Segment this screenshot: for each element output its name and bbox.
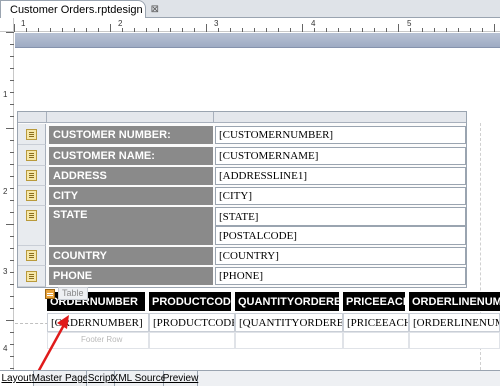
table-header-cell[interactable]: ORDERLINENUMBER xyxy=(409,292,500,311)
grid-data-cell[interactable]: [ADDRESSLINE1] xyxy=(215,167,466,185)
grid-label-cell[interactable]: CITY xyxy=(49,187,213,205)
ruler-number: 1 xyxy=(21,19,26,28)
ruler-number: 5 xyxy=(407,19,412,28)
close-icon[interactable]: ⊠ xyxy=(151,4,159,15)
footer-row-label: Footer Row xyxy=(81,335,123,344)
grid-row-address[interactable]: ADDRESS [ADDRESSLINE1] xyxy=(18,166,466,186)
table-icon xyxy=(45,288,55,299)
customer-grid[interactable]: CUSTOMER NUMBER: [CUSTOMERNUMBER] CUSTOM… xyxy=(17,111,467,288)
grid-column-handle[interactable] xyxy=(18,112,47,123)
row-icon xyxy=(26,210,37,221)
grid-row-handle[interactable] xyxy=(18,206,46,246)
editor-tab-bar: Customer Orders.rptdesign ⊠ xyxy=(0,0,500,18)
tab-preview[interactable]: Preview xyxy=(163,371,198,386)
grid-row-handle[interactable] xyxy=(18,186,46,206)
grid-label-cell[interactable]: COUNTRY xyxy=(49,247,213,265)
ruler-number: 4 xyxy=(3,344,8,353)
grid-data-cell[interactable]: [CUSTOMERNUMBER] xyxy=(215,126,466,144)
ruler-corner xyxy=(0,18,14,32)
tab-xml-source[interactable]: XML Source xyxy=(112,371,166,386)
row-icon xyxy=(26,170,37,181)
grid-row-handle[interactable] xyxy=(18,124,46,145)
row-icon xyxy=(26,190,37,201)
vertical-ruler-ticks xyxy=(6,32,14,369)
grid-data-cell[interactable]: [STATE] xyxy=(215,207,466,226)
horizontal-ruler: 1 2 3 4 5 xyxy=(14,18,500,32)
table-detail-cell[interactable]: [PRODUCTCODE] xyxy=(149,313,235,332)
grid-row-handle[interactable] xyxy=(18,266,46,287)
grid-data-cell[interactable]: [PHONE] xyxy=(215,267,466,285)
table-tag[interactable]: Table xyxy=(45,287,88,300)
layout-canvas[interactable]: CUSTOMER NUMBER: [CUSTOMERNUMBER] CUSTOM… xyxy=(15,33,500,384)
ruler-number: 4 xyxy=(311,19,316,28)
grid-row-country[interactable]: COUNTRY [COUNTRY] xyxy=(18,246,466,266)
grid-row-handle[interactable] xyxy=(18,246,46,266)
row-icon xyxy=(26,250,37,261)
ruler-number: 3 xyxy=(214,19,219,28)
grid-column-handle[interactable] xyxy=(214,112,466,123)
tab-layout[interactable]: Layout xyxy=(0,371,34,386)
table-header-cell[interactable]: PRODUCTCODE xyxy=(149,292,233,311)
row-icon xyxy=(26,149,37,161)
horizontal-ruler-ticks xyxy=(14,24,495,32)
table-tag-label: Table xyxy=(58,287,88,300)
grid-row-handle[interactable] xyxy=(18,166,46,186)
ruler-number: 1 xyxy=(3,90,8,99)
editor-page-tabs: Layout Master Page Script XML Source Pre… xyxy=(0,370,500,386)
editor-tab-title: Customer Orders.rptdesign xyxy=(10,3,143,16)
grid-label-cell[interactable]: CUSTOMER NUMBER: xyxy=(49,126,213,144)
grid-column-handle[interactable] xyxy=(47,112,214,123)
row-icon xyxy=(26,270,37,282)
grid-data-cell[interactable]: [POSTALCODE] xyxy=(215,226,466,245)
table-footer-cell[interactable] xyxy=(149,332,235,349)
grid-row-customer-name[interactable]: CUSTOMER NAME: [CUSTOMERNAME] xyxy=(18,145,466,166)
table-detail-cell[interactable]: [PRICEEACH] xyxy=(343,313,409,332)
grid-row-customer-number[interactable]: CUSTOMER NUMBER: [CUSTOMERNUMBER] xyxy=(18,124,466,145)
orders-table[interactable]: ORDERNUMBER PRODUCTCODE QUANTITYORDERED … xyxy=(47,292,500,349)
row-icon xyxy=(26,128,37,140)
grid-row-handle[interactable] xyxy=(18,145,46,166)
grid-data-cell[interactable]: [CITY] xyxy=(215,187,466,205)
grid-label-cell[interactable]: ADDRESS xyxy=(49,167,213,185)
grid-data-cell[interactable]: [CUSTOMERNAME] xyxy=(215,147,466,165)
grid-row-phone[interactable]: PHONE [PHONE] xyxy=(18,266,466,287)
grid-data-cell[interactable]: [COUNTRY] xyxy=(215,247,466,265)
table-header-cell[interactable]: QUANTITYORDERED xyxy=(235,292,341,311)
ruler-number: 3 xyxy=(3,267,8,276)
grid-row-state[interactable]: STATE [STATE] [POSTALCODE] xyxy=(18,206,466,246)
page-header-band[interactable] xyxy=(15,33,500,48)
table-detail-cell[interactable]: [QUANTITYORDERED] xyxy=(235,313,343,332)
ruler-number: 2 xyxy=(118,19,123,28)
grid-header-strip[interactable] xyxy=(18,112,466,123)
grid-label-cell[interactable]: STATE xyxy=(49,207,213,245)
ruler-number: 2 xyxy=(3,187,8,196)
table-footer-cell[interactable] xyxy=(409,332,500,349)
editor-tab[interactable]: Customer Orders.rptdesign ⊠ xyxy=(0,0,159,18)
table-header-cell[interactable]: PRICEEACH xyxy=(343,292,407,311)
vertical-ruler: 1 2 3 4 xyxy=(0,32,14,370)
table-detail-cell[interactable]: [ORDERLINENUMBER] xyxy=(409,313,500,332)
grid-row-city[interactable]: CITY [CITY] xyxy=(18,186,466,206)
table-footer-cell[interactable] xyxy=(343,332,409,349)
grid-label-cell[interactable]: CUSTOMER NAME: xyxy=(49,147,213,165)
table-footer-cell[interactable] xyxy=(235,332,343,349)
tab-master-page[interactable]: Master Page xyxy=(32,371,88,386)
grid-label-cell[interactable]: PHONE xyxy=(49,267,213,285)
